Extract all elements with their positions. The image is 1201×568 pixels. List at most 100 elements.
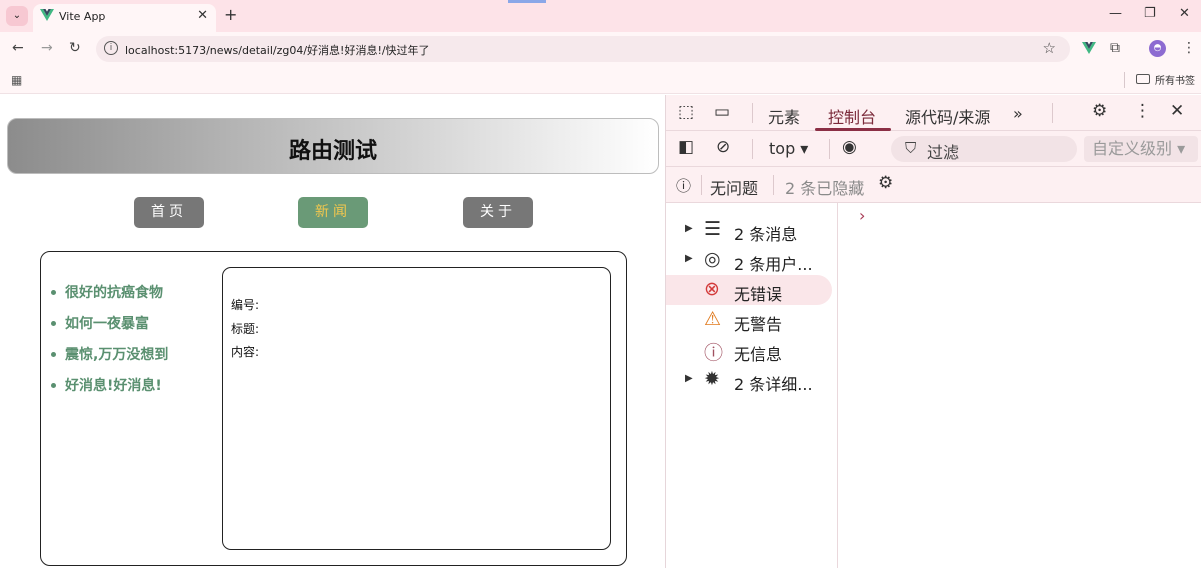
tab-search-button[interactable]: ⌄ [6,6,28,26]
sidebar-toggle-icon[interactable]: ◧ [678,137,694,157]
forward-icon[interactable]: → [41,40,53,56]
tab-elements[interactable]: 元素 [768,104,800,128]
sidebar-item-info[interactable]: ⓘ 无信息 [666,335,832,365]
hidden-count: 2 条已隐藏 [785,179,865,198]
browser-toolbar: ← → ↻ i localhost:5173/news/detail/zg04/… [0,32,1201,66]
news-container: 很好的抗癌食物 如何一夜暴富 震惊,万万没想到 好消息!好消息! 编号: 标题:… [40,251,627,566]
close-window-icon[interactable]: ✕ [1179,6,1190,21]
detail-title-label: 标题: [231,322,260,336]
sidebar-item-label: 2 条用户... [734,255,813,274]
tab-sources[interactable]: 源代码/来源 [905,104,990,128]
sidebar-item-label: 无错误 [734,285,783,304]
bookmarks-divider [1124,72,1125,88]
device-toolbar-icon[interactable]: ▭ [714,102,730,122]
sidebar-item-warnings[interactable]: ⚠ 无警告 [666,305,832,335]
browser-tab[interactable]: Vite App ✕ [33,4,216,32]
console-settings-gear-icon[interactable]: ⚙ [878,173,893,193]
browser-menu-icon[interactable]: ⋮ [1182,40,1196,56]
minimize-icon[interactable]: — [1109,6,1122,21]
tab-title: Vite App [59,10,106,23]
top-indicator [508,0,546,3]
tab-strip: ⌄ Vite App ✕ + — ❐ ✕ [0,0,1201,32]
news-link[interactable]: 好消息!好消息! [51,375,168,406]
tab-console[interactable]: 控制台 [828,104,876,128]
news-link[interactable]: 震惊,万万没想到 [51,344,168,375]
inspect-element-icon[interactable]: ⬚ [678,102,694,122]
restore-icon[interactable]: ❐ [1144,6,1156,21]
vue-logo-icon [40,9,54,21]
page-title: 路由测试 [288,139,377,164]
error-icon: ⊗ [704,278,720,300]
console-sidebar: ▶ ☰ 2 条消息 ▶ ◎ 2 条用户... ⊗ 无错误 ⚠ 无警告 ⓘ 无信息… [666,203,838,568]
close-devtools-icon[interactable]: ✕ [1170,101,1184,121]
log-levels-dropdown[interactable]: 自定义级别 ▾ [1084,136,1198,162]
vue-devtools-extension-icon[interactable] [1082,42,1096,54]
folder-icon [1136,74,1150,84]
bookmarks-bar: ▦ 所有书签 [0,66,1201,94]
devtools-tab-bar: ⬚ ▭ 元素 控制台 源代码/来源 » ⚙ ⋮ ✕ [666,95,1201,131]
more-options-icon[interactable]: ⋮ [1134,101,1151,121]
reload-icon[interactable]: ↻ [69,40,81,56]
detail-content-label: 内容: [231,345,260,359]
bookmark-star-icon[interactable]: ☆ [1043,39,1056,57]
info-icon: ⓘ [704,342,724,364]
live-expression-eye-icon[interactable]: ◉ [842,137,857,157]
news-link[interactable]: 很好的抗癌食物 [51,282,168,313]
nav-about-link[interactable]: 关于 [463,197,533,228]
toolbar-divider [1052,103,1053,123]
sidebar-item-label: 无信息 [734,345,783,364]
sidebar-item-label: 无警告 [734,315,783,334]
page-title-bar: 路由测试 [7,118,659,174]
sidebar-item-errors[interactable]: ⊗ 无错误 [666,275,832,305]
profile-avatar[interactable]: ◓ [1149,40,1166,57]
tab-close-icon[interactable]: ✕ [197,8,208,23]
list-icon: ☰ [704,218,722,240]
extensions-puzzle-icon[interactable]: ⧉ [1110,40,1120,56]
console-toolbar: ◧ ⊘ top ▾ ◉ ⛉ 过滤 自定义级别 ▾ [666,131,1201,167]
context-selector[interactable]: top ▾ [769,139,808,158]
more-tabs-icon[interactable]: » [1013,104,1023,123]
bug-icon: ✹ [704,368,720,390]
address-bar[interactable]: i localhost:5173/news/detail/zg04/好消息!好消… [96,36,1070,62]
clear-console-icon[interactable]: ⊘ [716,137,730,157]
new-tab-icon[interactable]: + [224,5,237,24]
warning-icon: ⚠ [704,308,722,330]
news-list: 很好的抗癌食物 如何一夜暴富 震惊,万万没想到 好消息!好消息! [51,282,168,406]
sidebar-item-user-messages[interactable]: ▶ ◎ 2 条用户... [666,245,832,275]
nav-news-link[interactable]: 新闻 [298,197,368,228]
news-link[interactable]: 如何一夜暴富 [51,313,168,344]
toolbar-divider [752,139,753,159]
settings-gear-icon[interactable]: ⚙ [1092,101,1107,121]
toolbar-divider [773,175,774,195]
nav-home-link[interactable]: 首页 [134,197,204,228]
expand-arrow-icon[interactable]: ▶ [685,253,693,264]
issues-bar: ⓘ 无问题 2 条已隐藏 ⚙ [666,167,1201,203]
user-icon: ◎ [704,248,721,270]
toolbar-divider [701,175,702,195]
sidebar-item-messages[interactable]: ▶ ☰ 2 条消息 [666,215,832,245]
console-prompt-icon[interactable]: › [859,206,865,225]
apps-grid-icon[interactable]: ▦ [11,73,22,87]
context-value: top [769,139,796,158]
news-detail-panel: 编号: 标题: 内容: [222,267,611,550]
toolbar-divider [829,139,830,159]
info-circle-icon: ⓘ [676,177,692,195]
detail-id-label: 编号: [231,298,260,312]
devtools-panel: ⬚ ▭ 元素 控制台 源代码/来源 » ⚙ ⋮ ✕ ◧ ⊘ top ▾ ◉ ⛉ … [665,95,1201,568]
sidebar-item-label: 2 条详细... [734,375,813,394]
levels-label: 自定义级别 [1092,139,1173,158]
filter-icon: ⛉ [905,139,917,157]
back-icon[interactable]: ← [12,40,24,56]
page-viewport: 路由测试 首页 新闻 关于 很好的抗癌食物 如何一夜暴富 震惊,万万没想到 好消… [0,95,665,568]
sidebar-item-label: 2 条消息 [734,225,798,244]
issues-count[interactable]: 无问题 [710,175,758,199]
site-info-icon[interactable]: i [104,41,118,55]
sidebar-item-verbose[interactable]: ▶ ✹ 2 条详细... [666,365,832,395]
expand-arrow-icon[interactable]: ▶ [685,223,693,234]
console-filter-input[interactable]: ⛉ 过滤 [891,136,1077,162]
url-text[interactable]: localhost:5173/news/detail/zg04/好消息!好消息!… [125,42,430,58]
filter-placeholder: 过滤 [927,143,960,162]
toolbar-divider [752,103,753,123]
all-bookmarks-link[interactable]: 所有书签 [1155,72,1195,87]
expand-arrow-icon[interactable]: ▶ [685,373,693,384]
